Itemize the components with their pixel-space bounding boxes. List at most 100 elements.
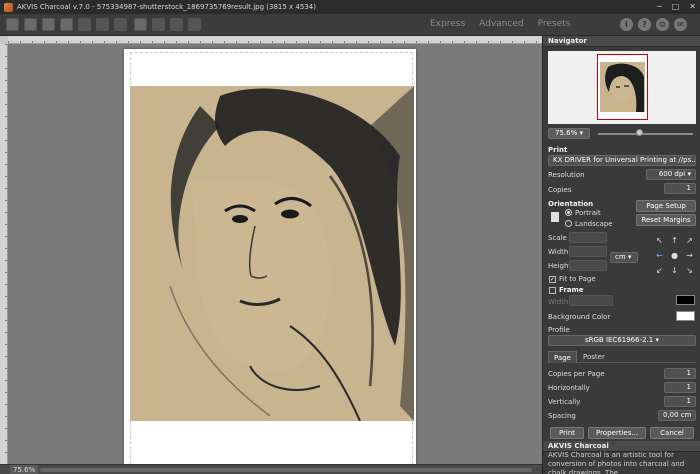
spacing-field[interactable]: 0,00 cm (658, 410, 696, 421)
settings-panel: Navigator 75.6% ▾ Print KX DRIVER for Un… (542, 36, 700, 474)
width-field[interactable] (569, 246, 607, 257)
align-bottom-icon[interactable]: ↓ (670, 266, 679, 275)
apply-icon[interactable] (152, 18, 165, 31)
profile-label: Profile (548, 326, 570, 334)
align-bottom-right-icon[interactable]: ↘ (685, 266, 694, 275)
copies-per-page-label: Copies per Page (548, 370, 605, 378)
run-icon[interactable] (134, 18, 147, 31)
landscape-label: Landscape (575, 220, 613, 228)
background-color-swatch[interactable] (676, 311, 695, 321)
about-text: AKVIS Charcoal is an artistic tool for c… (548, 451, 685, 474)
batch-icon[interactable] (42, 18, 55, 31)
align-top-right-icon[interactable]: ↗ (685, 236, 694, 245)
zoom-slider-handle[interactable] (636, 129, 643, 136)
fit-to-page-checkbox[interactable]: ✓ (549, 276, 556, 283)
settings-icon[interactable]: ⚙ (656, 18, 669, 31)
toolbar: Express Advanced Presets i ? ⚙ ✉ (0, 14, 700, 36)
landscape-radio[interactable] (565, 220, 572, 227)
fit-to-page-label: Fit to Page (559, 275, 596, 283)
status-bar: 75.6% (0, 464, 542, 474)
charcoal-portrait-image (130, 86, 414, 421)
portrait-label: Portrait (575, 209, 601, 217)
page-orientation-icon (551, 212, 559, 222)
background-color-label: Background Color (548, 313, 611, 321)
close-icon[interactable]: ✕ (689, 2, 696, 11)
spacing-label: Spacing (548, 412, 576, 420)
tab-poster[interactable]: Poster (578, 351, 610, 363)
cancel-button[interactable]: Cancel (650, 427, 694, 439)
info-icon[interactable]: i (620, 18, 633, 31)
height-field[interactable] (569, 260, 607, 271)
align-right-icon[interactable]: → (685, 251, 694, 260)
window-title: AKVIS Charcoal v.7.0 - 575334987-shutter… (17, 3, 316, 11)
print-button[interactable]: Print (550, 427, 584, 439)
save-file-icon[interactable] (24, 18, 37, 31)
print-icon[interactable] (60, 18, 73, 31)
printer-select[interactable]: KX DRIVER for Universal Printing at //ps… (548, 155, 696, 166)
reset-margins-button[interactable]: Reset Margins (636, 214, 696, 226)
undo-icon[interactable] (96, 18, 109, 31)
status-zoom: 75.6% (10, 465, 39, 474)
print-page-preview (124, 49, 416, 464)
properties-button[interactable]: Properties... (588, 427, 646, 439)
ruler-vertical (0, 44, 8, 464)
zoom-dropdown[interactable]: 75.6% ▾ (548, 128, 590, 139)
frame-label: Frame (559, 286, 584, 294)
align-left-icon[interactable]: ← (655, 251, 664, 260)
align-center-icon[interactable]: ● (670, 251, 679, 260)
mode-express[interactable]: Express (430, 19, 465, 29)
tab-page[interactable]: Page (548, 351, 577, 363)
window-controls: ─ □ ✕ (657, 2, 696, 11)
horizontal-scrollbar[interactable] (40, 468, 532, 472)
portrait-radio[interactable] (565, 209, 572, 216)
share-icon[interactable] (78, 18, 91, 31)
zoom-tool-icon[interactable] (188, 18, 201, 31)
resolution-label: Resolution (548, 171, 585, 179)
app-window: AKVIS Charcoal v.7.0 - 575334987-shutter… (0, 0, 700, 474)
copies-per-page-field[interactable]: 1 (664, 368, 696, 379)
copies-field[interactable]: 1 (664, 183, 696, 194)
scale-label: Scale (548, 234, 567, 242)
mode-advanced[interactable]: Advanced (479, 19, 523, 29)
navigator-thumbnail (597, 54, 648, 120)
frame-color-swatch[interactable] (676, 295, 695, 305)
scale-field[interactable] (569, 232, 607, 243)
open-file-icon[interactable] (6, 18, 19, 31)
navigator-zoom-row: 75.6% ▾ (548, 128, 695, 140)
align-bottom-left-icon[interactable]: ↙ (655, 266, 664, 275)
width-label: Width (548, 248, 569, 256)
ruler-corner (0, 36, 8, 44)
page-poster-tabs: Page Poster (548, 351, 696, 363)
redo-icon[interactable] (114, 18, 127, 31)
hand-tool-icon[interactable] (170, 18, 183, 31)
copies-label: Copies (548, 186, 572, 194)
vertically-field[interactable]: 1 (664, 396, 696, 407)
maximize-icon[interactable]: □ (672, 2, 680, 11)
charcoal-artwork (130, 86, 414, 421)
profile-select[interactable]: sRGB IEC61966-2.1 ▾ (548, 335, 696, 346)
minimize-icon[interactable]: ─ (657, 2, 662, 11)
align-top-icon[interactable]: ↑ (670, 236, 679, 245)
image-workspace[interactable] (8, 44, 542, 464)
navigator-preview[interactable] (548, 51, 696, 124)
help-icon[interactable]: ? (638, 18, 651, 31)
mode-switch: Express Advanced Presets (430, 19, 570, 29)
frame-width-field[interactable] (569, 295, 613, 306)
units-select[interactable]: cm ▾ (610, 252, 638, 263)
frame-checkbox[interactable] (549, 287, 556, 294)
app-logo-icon (4, 2, 13, 12)
resolution-select[interactable]: 600 dpi ▾ (646, 169, 696, 180)
align-top-left-icon[interactable]: ↖ (655, 236, 664, 245)
print-section-title: Print (548, 146, 568, 154)
page-setup-button[interactable]: Page Setup (636, 200, 696, 212)
navigator-header: Navigator (543, 36, 700, 47)
news-icon[interactable]: ✉ (674, 18, 687, 31)
vertically-label: Vertically (548, 398, 581, 406)
mode-presets[interactable]: Presets (538, 19, 571, 29)
zoom-slider[interactable] (598, 133, 693, 135)
frame-width-label: Width (548, 298, 569, 306)
navigator-thumbnail-image (600, 62, 645, 112)
orientation-label: Orientation (548, 200, 594, 208)
horizontally-field[interactable]: 1 (664, 382, 696, 393)
ruler-horizontal (8, 36, 542, 44)
